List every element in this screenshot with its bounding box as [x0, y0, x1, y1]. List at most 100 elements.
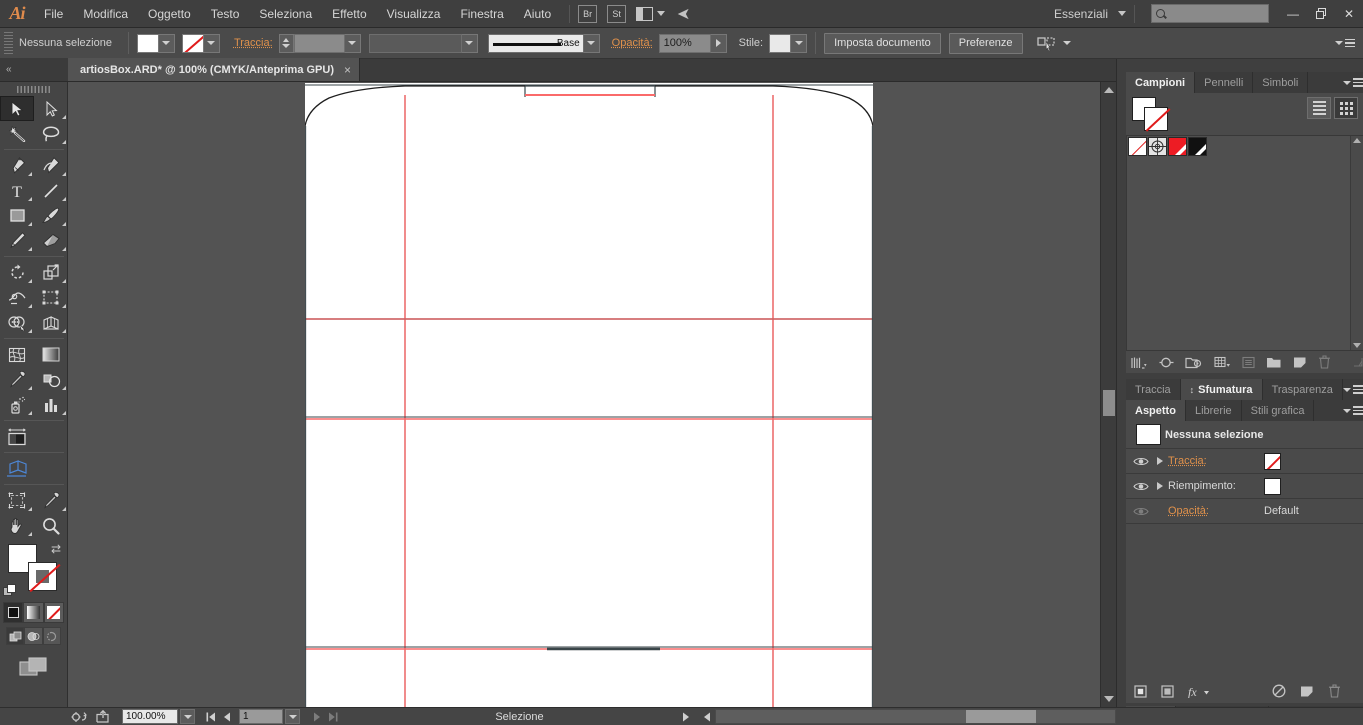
workspace-chevron-icon[interactable]	[1118, 11, 1126, 16]
bridge-button[interactable]: Br	[578, 4, 598, 23]
add-new-fill-icon[interactable]	[1161, 684, 1174, 698]
stroke-weight-input[interactable]	[293, 33, 345, 53]
expand-triangle[interactable]	[1152, 482, 1168, 490]
grid-view-button[interactable]	[1334, 97, 1358, 119]
eyedropper-tool-2[interactable]	[34, 488, 68, 513]
rotate-tool[interactable]	[0, 260, 34, 285]
stroke-weight-dropdown[interactable]	[344, 33, 361, 53]
menu-effetto[interactable]: Effetto	[322, 0, 376, 28]
delete-item-icon[interactable]	[1328, 684, 1341, 698]
opacity-flyout-button[interactable]	[710, 33, 727, 53]
workspace-label[interactable]: Essenziali	[1054, 7, 1108, 21]
tab-librerie[interactable]: Librerie	[1185, 400, 1242, 421]
width-tool[interactable]	[0, 285, 34, 310]
tab-trasparenza[interactable]: Trasparenza	[1262, 379, 1343, 400]
tab-traccia[interactable]: Traccia	[1126, 379, 1181, 400]
scroll-down-icon[interactable]	[1353, 343, 1361, 348]
visibility-toggle-disabled[interactable]	[1130, 506, 1152, 517]
magic-wand-tool[interactable]	[0, 121, 34, 146]
document-setup-button[interactable]: Imposta documento	[824, 32, 941, 54]
shape-builder-tool[interactable]	[0, 310, 34, 335]
type-tool[interactable]: T	[0, 178, 34, 203]
artboard-tool[interactable]	[0, 424, 34, 449]
swatch-black-gradient[interactable]	[1188, 137, 1207, 156]
control-bar-gripper[interactable]	[4, 32, 13, 54]
appearance-panel-menu-button[interactable]	[1342, 400, 1363, 421]
stroke-profile-input[interactable]	[368, 33, 462, 53]
tab-stili-grafica[interactable]: Stili grafica	[1241, 400, 1315, 421]
prev-artboard-button[interactable]	[219, 712, 235, 722]
first-artboard-button[interactable]	[203, 712, 219, 722]
visibility-toggle[interactable]	[1130, 481, 1152, 492]
swatch-registration[interactable]	[1148, 137, 1167, 156]
gradient-mode-button[interactable]	[23, 602, 44, 623]
appearance-stroke-label[interactable]: Traccia:	[1168, 455, 1264, 467]
zoom-tool[interactable]	[34, 513, 68, 538]
column-graph-tool[interactable]	[34, 392, 68, 417]
new-color-group-icon[interactable]	[1266, 356, 1282, 369]
line-segment-tool[interactable]	[34, 178, 68, 203]
list-view-button[interactable]	[1307, 97, 1331, 119]
swap-fill-stroke-icon[interactable]: ⇄	[51, 542, 61, 556]
clear-appearance-icon[interactable]	[1272, 684, 1286, 698]
scale-tool[interactable]	[34, 260, 68, 285]
add-new-stroke-icon[interactable]	[1134, 684, 1147, 698]
fill-swatch[interactable]	[136, 33, 159, 53]
brush-definition-dropdown[interactable]	[583, 33, 600, 53]
draw-inside-button[interactable]	[42, 627, 61, 645]
stroke-weight-control[interactable]	[278, 33, 361, 53]
menu-oggetto[interactable]: Oggetto	[138, 0, 201, 28]
free-transform-tool[interactable]	[34, 285, 68, 310]
none-mode-button[interactable]	[43, 602, 64, 623]
scroll-down-button[interactable]	[1101, 691, 1117, 707]
lasso-tool[interactable]	[34, 121, 68, 146]
behance-icon[interactable]: ➤	[677, 4, 690, 24]
gradient-tool[interactable]	[34, 342, 68, 367]
restore-button[interactable]	[1307, 3, 1335, 25]
selection-tool[interactable]	[0, 96, 34, 121]
appearance-row-stroke[interactable]: Traccia:	[1126, 449, 1363, 474]
graphic-style-control[interactable]	[769, 33, 808, 53]
swatch-grid-container[interactable]	[1126, 135, 1363, 351]
color-mode-button[interactable]	[3, 602, 24, 623]
show-swatch-kinds-icon[interactable]	[1214, 356, 1231, 369]
stroke-color-control[interactable]	[181, 33, 220, 53]
swatch-none[interactable]	[1128, 137, 1147, 156]
panel-collapse-button[interactable]: «	[0, 58, 68, 81]
status-text[interactable]: Selezione	[362, 711, 677, 723]
opacity-label[interactable]: Opacità:	[612, 37, 653, 49]
opacity-input[interactable]: 100%	[658, 33, 711, 53]
menu-testo[interactable]: Testo	[201, 0, 250, 28]
delete-swatch-icon[interactable]	[1318, 355, 1331, 369]
control-bar-menu-button[interactable]	[1335, 38, 1355, 48]
tab-simboli[interactable]: Simboli	[1253, 72, 1309, 93]
minimize-button[interactable]: —	[1279, 3, 1307, 25]
perspective-grid-tool[interactable]	[34, 310, 68, 335]
opacity-control[interactable]: 100%	[658, 33, 727, 53]
tab-pennelli[interactable]: Pennelli	[1195, 72, 1254, 93]
menu-file[interactable]: File	[34, 0, 73, 28]
visibility-toggle[interactable]	[1130, 456, 1152, 467]
stroke-profile-dropdown[interactable]	[461, 33, 478, 53]
new-swatch-icon[interactable]	[1293, 356, 1307, 369]
perspective-grid-plane-tool[interactable]	[0, 456, 34, 481]
canvas-vertical-scrollbar[interactable]	[1100, 82, 1116, 707]
stock-button[interactable]: St	[607, 4, 627, 23]
document-tab[interactable]: artiosBox.ARD* @ 100% (CMYK/Anteprima GP…	[68, 58, 361, 81]
canvas-horizontal-scrollbar[interactable]	[715, 709, 1116, 724]
panel-resize-grip[interactable]	[1353, 357, 1363, 367]
graphic-style-swatch[interactable]	[769, 33, 792, 53]
eraser-tool[interactable]	[34, 228, 68, 253]
menu-aiuto[interactable]: Aiuto	[514, 0, 561, 28]
fill-color-control[interactable]	[136, 33, 175, 53]
draw-normal-button[interactable]	[6, 627, 25, 645]
hscroll-left-button[interactable]	[699, 712, 715, 722]
last-artboard-button[interactable]	[324, 712, 340, 722]
direct-selection-tool[interactable]	[34, 96, 68, 121]
select-similar-chevron-icon[interactable]	[1062, 41, 1071, 45]
appearance-opacity-label[interactable]: Opacità:	[1168, 505, 1264, 517]
stroke-weight-label[interactable]: Traccia:	[234, 37, 273, 49]
zoom-level-input[interactable]: 100.00%	[122, 709, 178, 724]
appearance-row-opacity[interactable]: Opacità: Default	[1126, 499, 1363, 524]
stroke-swatch[interactable]	[181, 33, 204, 53]
